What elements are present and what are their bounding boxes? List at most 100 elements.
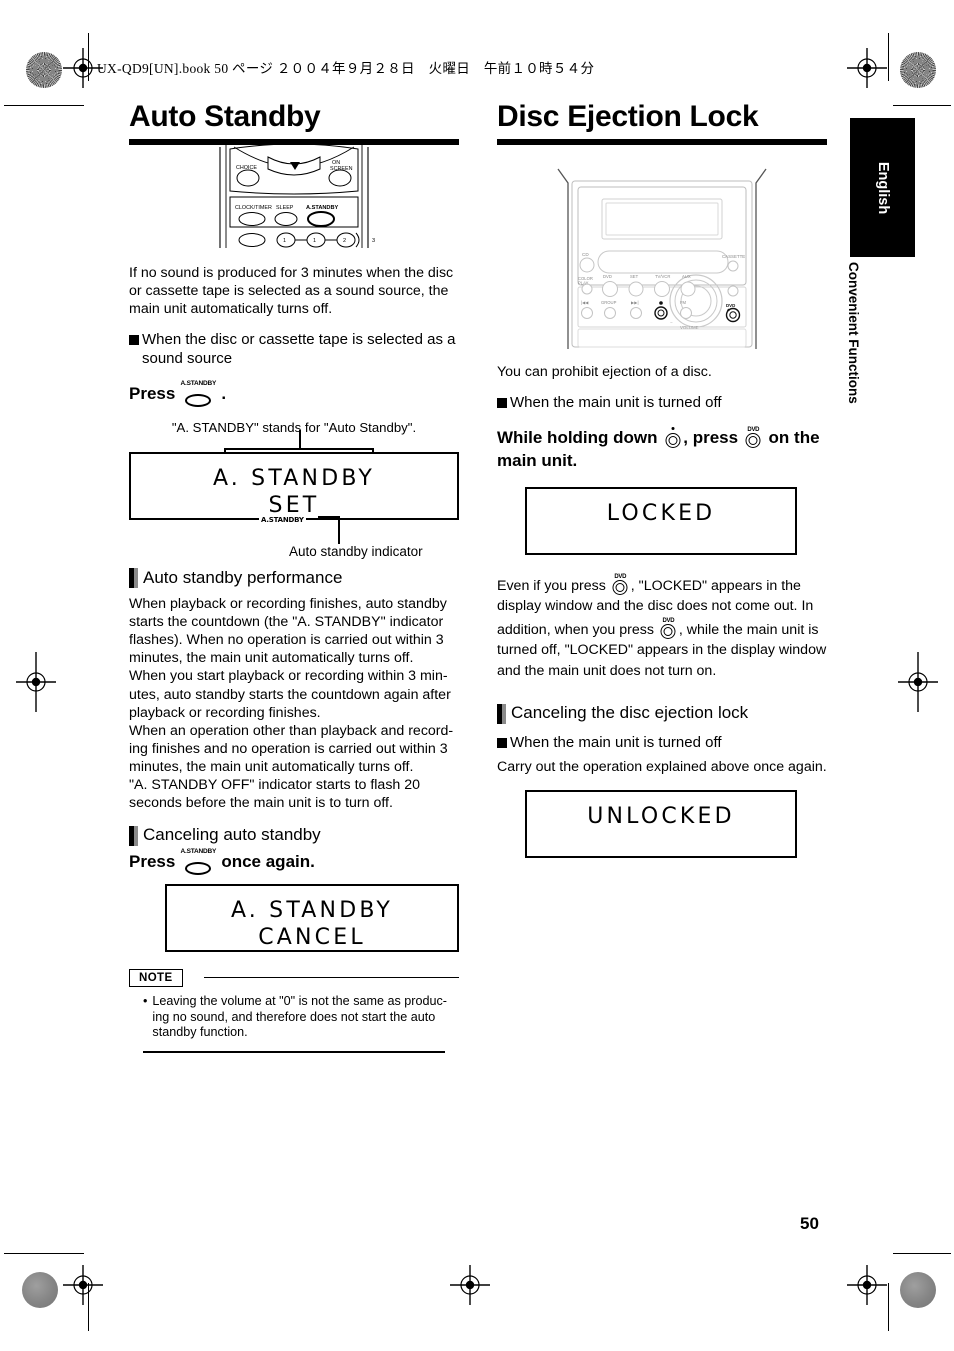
left-column: Auto Standby CHOICE ON SCREEN CLOCK/TIME… [129,100,459,1053]
svg-text:CHOICE: CHOICE [236,165,257,171]
section-bar-icon [129,568,138,589]
abbreviation-note: "A. STANDBY" stands for "Auto Standby". [171,419,417,435]
note-block: NOTE • Leaving the volume at "0" is not … [129,968,459,1053]
display-cancel-line-1: A. STANDBY [230,897,394,923]
heading-canceling-disc-ejection-lock: Canceling the disc ejection lock [497,704,827,724]
right-column: Disc Ejection Lock CD CASSETTE COLOR PLA… [497,100,827,859]
page-title-auto-standby: Auto Standby [129,100,321,133]
cancel-instruction-text: Carry out the operation explained above … [497,759,827,776]
crosshair-mark-mid-right [898,652,938,712]
instruction-part-1: While holding down [497,427,658,447]
page-title-disc-ejection-lock: Disc Ejection Lock [497,100,759,133]
title-underline-right [497,139,827,145]
halftone-registration-dot-bottom-left [22,1272,58,1308]
display-unlocked-text: UNLOCKED [587,804,735,830]
trim-line-right-upper [893,105,951,107]
dvd-eject-button-icon: DVD [743,426,764,448]
svg-text:2: 2 [343,238,346,244]
press-suffix: once again. [221,852,315,872]
display-callout-bracket [224,430,374,457]
display-window-a-standby-cancel: A. STANDBY CANCEL [165,883,459,952]
trim-line-left-lower [4,1253,84,1255]
remote-control-illustration: CHOICE ON SCREEN CLOCK/TIMER SLEEP A.STA… [219,145,375,248]
a-standby-indicator-label: A.STANDBY [259,516,306,525]
intro-paragraph-left: If no sound is produced for 3 minutes wh… [129,265,454,318]
dvd-eject-button-icon-2: DVD [610,573,631,595]
play-pause-button-icon [662,426,683,448]
crosshair-mark-bottom-center [450,1265,490,1305]
svg-text:CASSETTE: CASSETTE [722,254,745,259]
explain-seg-1: Even if you press [497,577,606,594]
book-header-line: UX-QD9[UN].book 50 ページ ２００４年９月２８日 火曜日 午前… [97,61,595,76]
svg-text:A.STANDBY: A.STANDBY [306,205,338,211]
display-window-set-wrapper: A. STANDBY SET A.STANDBY Auto standby in… [129,430,459,559]
black-square-bullet-icon-2 [497,398,507,409]
display-cancel-line-2: CANCEL [258,924,366,950]
display-locked-text: LOCKED [606,500,716,526]
instruction-part-2: , press [683,427,739,447]
page-number: 50 [800,1214,819,1233]
auto-standby-indicator-caption: Auto standby indicator [289,544,423,560]
trim-line-top [88,33,90,81]
hold-and-press-instruction: While holding down , press DVD on the ma… [497,426,827,473]
press-label: Press [129,384,176,404]
heading-canceling-auto-standby: Canceling auto standby [129,826,459,846]
trim-line-bottom-right [888,1283,890,1331]
a-standby-button-icon-label: A.STANDBY [180,379,217,387]
note-text: Leaving the volume at "0" is not the sam… [152,993,447,1040]
crosshair-mark-bottom-left [63,1265,103,1305]
main-unit-illustration: CD CASSETTE COLOR PLAY DVD SET TV/VCR AU… [557,168,767,349]
language-tab-label: English [874,161,891,214]
press-period: . [221,384,227,404]
display-window-unlocked: UNLOCKED [525,790,797,859]
press-label-2: Press [129,852,176,872]
svg-text:1: 1 [313,238,316,244]
section-bar-icon-2 [129,825,138,846]
performance-paragraph-1: When playback or recording finishes, aut… [129,596,447,667]
press-a-standby-again-instruction: Press A.STANDBY once again. [129,847,459,876]
trim-line-right-lower [893,1253,951,1255]
svg-text:PLAY: PLAY [578,281,589,286]
trim-line-left-upper [4,105,84,107]
crosshair-mark-bottom-right [847,1265,887,1305]
performance-paragraph-3: When an operation other than playback an… [129,722,454,775]
indicator-leader-line [318,516,358,546]
subheading-main-unit-off-2: When the main unit is turned off [497,734,827,753]
halftone-registration-dot-top-left [26,52,62,88]
display-line-1: A. STANDBY [212,466,376,492]
a-standby-button-icon-2: A.STANDBY [180,847,217,876]
black-square-bullet-icon [129,335,139,346]
a-standby-button-icon-label-2: A.STANDBY [180,847,217,855]
note-bottom-rule [143,1051,445,1053]
heading-auto-standby-performance: Auto standby performance [129,568,459,589]
svg-text:FM: FM [680,300,687,305]
subheading-disc-or-cassette: When the disc or cassette tape is select… [129,331,459,369]
page-canvas: UX-QD9[UN].book 50 ページ ２００４年９月２８日 火曜日 午前… [0,0,954,1351]
trim-line-bottom-left [88,1283,90,1331]
trim-line-top-right [888,33,890,81]
performance-paragraph-4: "A. STANDBY OFF" indicator starts to fla… [129,776,421,811]
note-bullet: • [143,993,148,1008]
crosshair-mark-top-right [847,48,887,88]
note-rule [204,976,459,979]
svg-text:−: − [670,320,673,325]
intro-paragraph-right: You can prohibit ejection of a disc. [497,364,712,380]
locked-explanation: Even if you press DVD , "LOCKED" appears… [497,573,827,682]
svg-text:▶▶|: ▶▶| [631,300,639,305]
svg-text:GROUP: GROUP [601,300,617,305]
halftone-registration-dot-top-right [900,52,936,88]
crosshair-mark-top-left [63,48,103,88]
performance-paragraph-2: When you start playback or recording wit… [129,668,451,721]
dvd-eject-button-icon-3: DVD [658,617,679,639]
section-category-label: Convenient Functions [846,262,861,404]
svg-text:VOLUME: VOLUME [680,325,699,330]
black-square-bullet-icon-3 [497,737,507,748]
svg-text:CD: CD [582,252,589,257]
language-tab-english: English [850,118,915,257]
svg-text:1: 1 [283,238,286,244]
svg-text:AUX: AUX [682,274,691,279]
section-bar-icon-3 [497,703,506,724]
note-label: NOTE [129,968,183,987]
svg-text:▲: ▲ [726,307,730,312]
note-body: • Leaving the volume at "0" is not the s… [143,994,459,1042]
